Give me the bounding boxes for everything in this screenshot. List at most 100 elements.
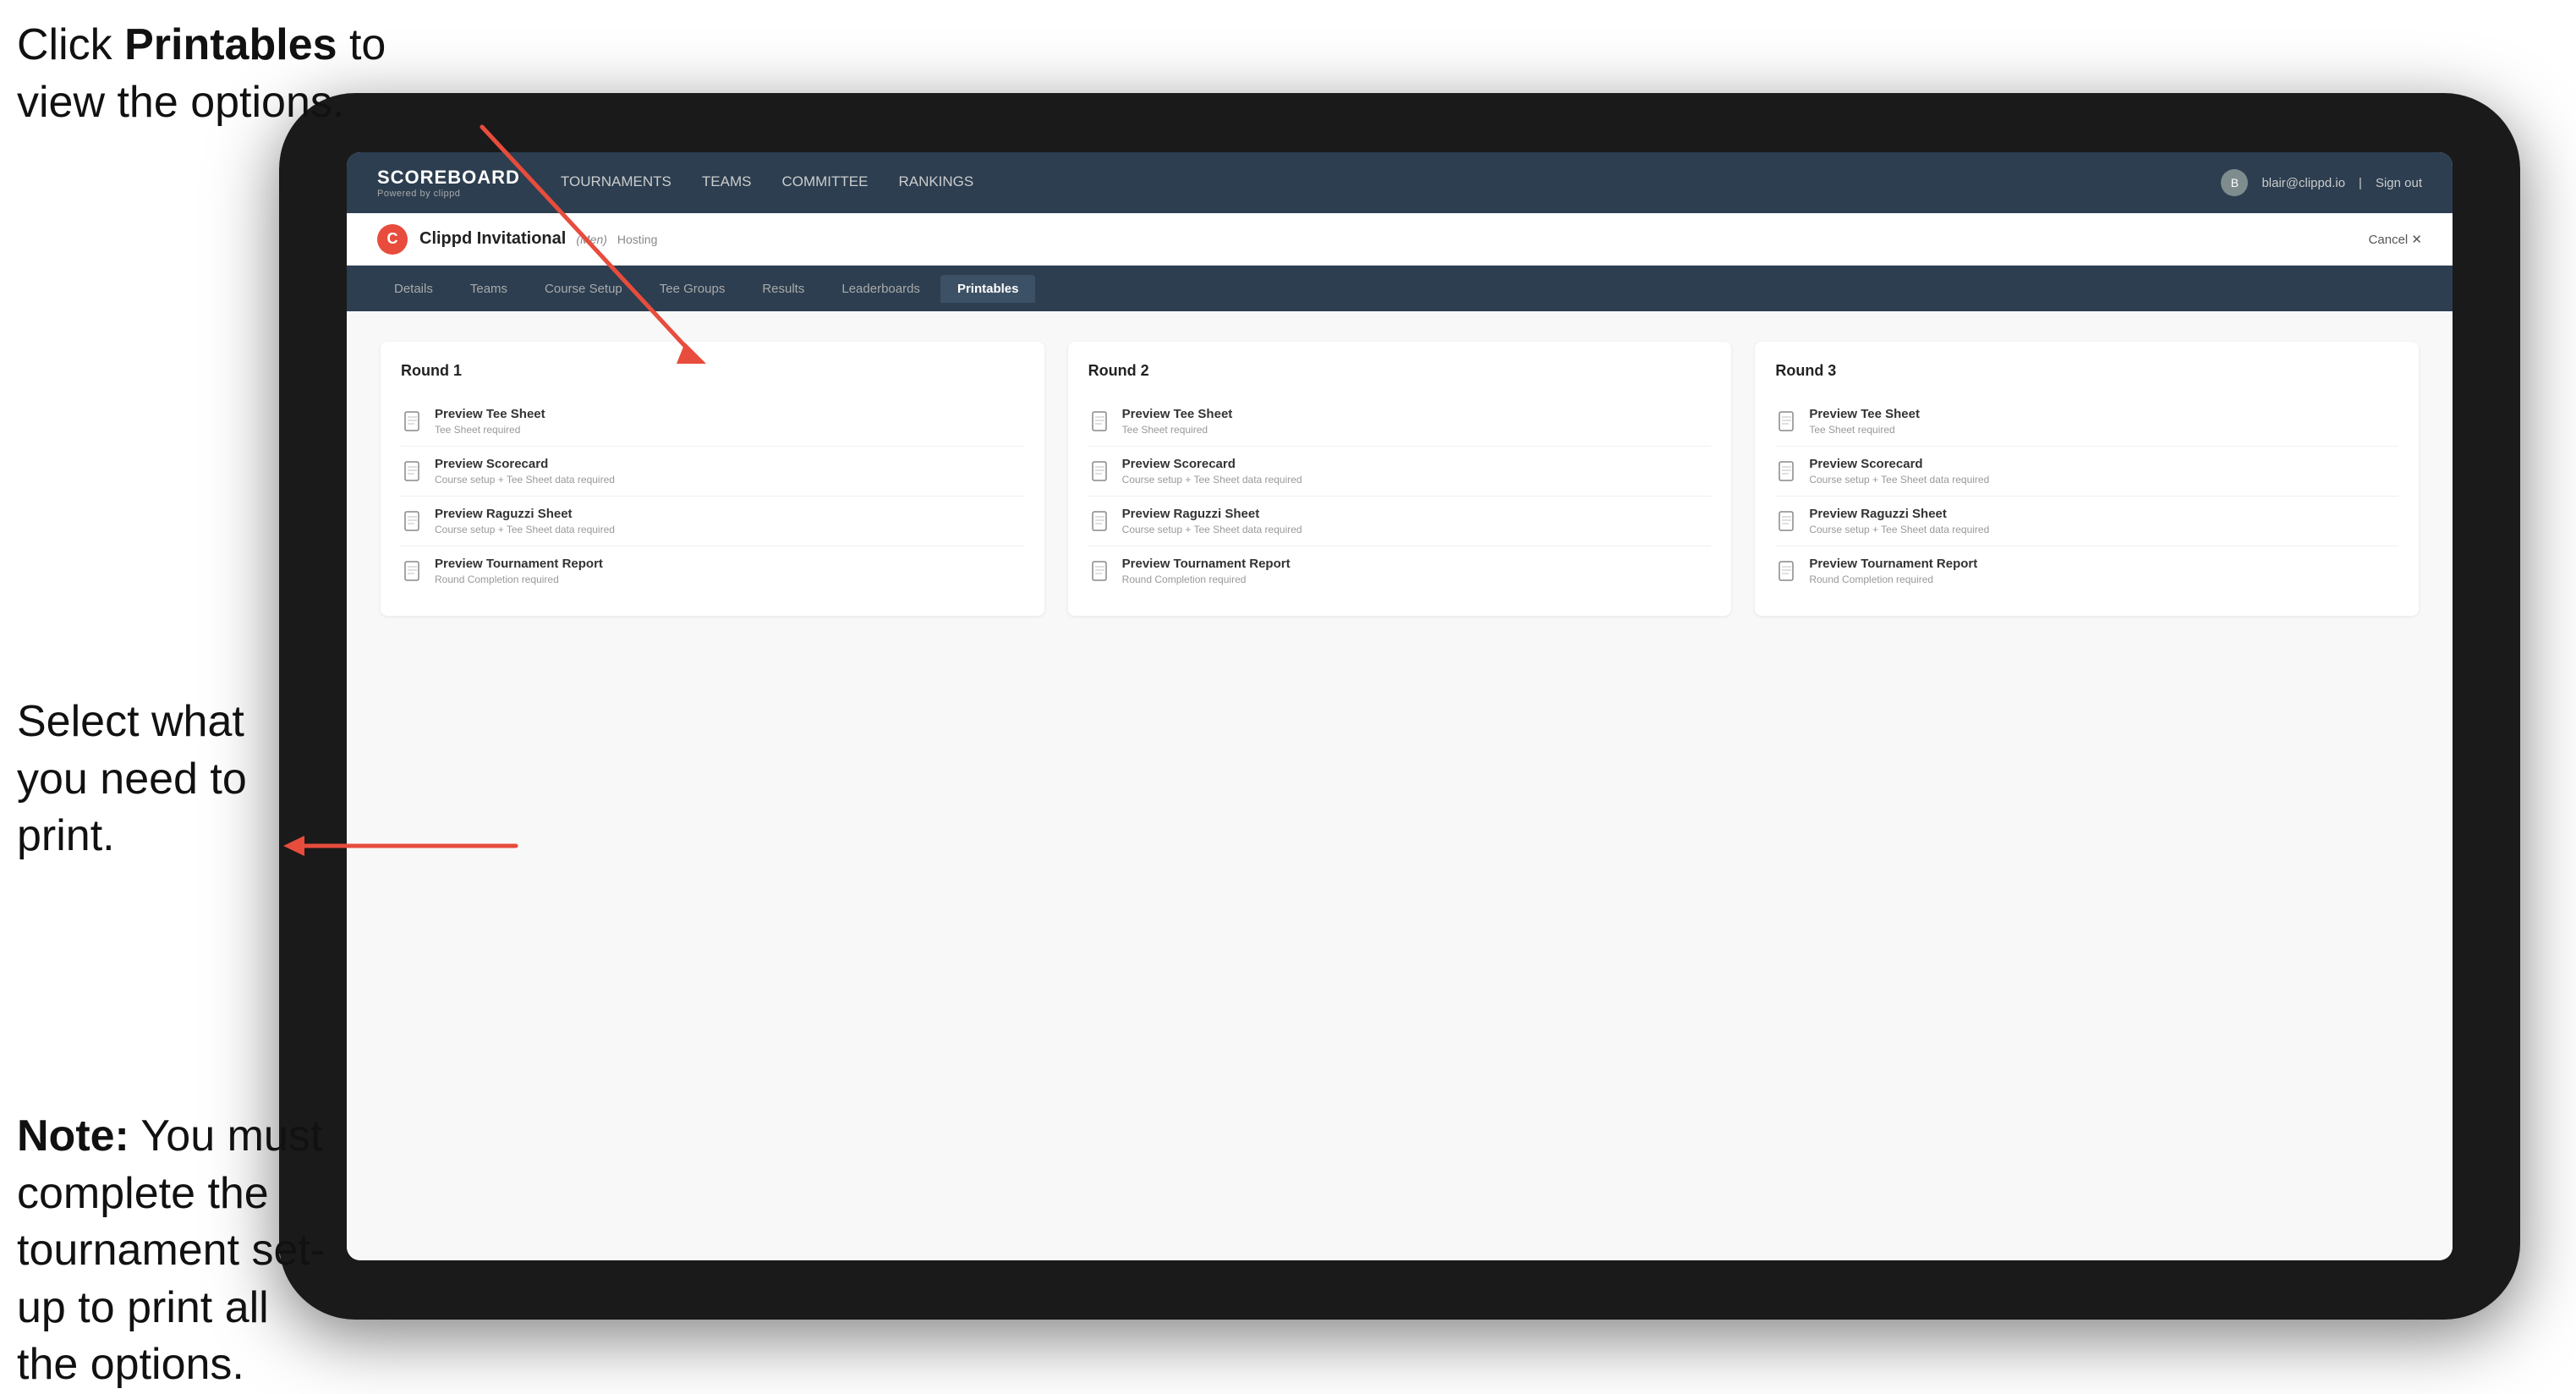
round-3-tee-sheet-text: Preview Tee Sheet Tee Sheet required xyxy=(1809,407,1920,436)
tab-bar: Details Teams Course Setup Tee Groups Re… xyxy=(347,266,2453,311)
round-1-tee-sheet-title: Preview Tee Sheet xyxy=(435,407,545,421)
tab-teams[interactable]: Teams xyxy=(453,275,524,303)
round-2-report-subtitle: Round Completion required xyxy=(1122,574,1291,585)
round-2-raguzzi[interactable]: Preview Raguzzi Sheet Course setup + Tee… xyxy=(1088,497,1712,546)
round-3-tee-sheet[interactable]: Preview Tee Sheet Tee Sheet required xyxy=(1775,397,2398,447)
tab-leaderboards[interactable]: Leaderboards xyxy=(825,275,937,303)
round-3-scorecard-subtitle: Course setup + Tee Sheet data required xyxy=(1809,474,1989,486)
round-3-report-text: Preview Tournament Report Round Completi… xyxy=(1809,557,1977,585)
round-1-scorecard-title: Preview Scorecard xyxy=(435,457,615,471)
round-1-scorecard[interactable]: Preview Scorecard Course setup + Tee She… xyxy=(401,447,1024,497)
round-2-raguzzi-text: Preview Raguzzi Sheet Course setup + Tee… xyxy=(1122,507,1302,535)
tab-results[interactable]: Results xyxy=(745,275,821,303)
user-avatar: B xyxy=(2221,169,2248,196)
raguzzi-icon-r1 xyxy=(401,508,425,535)
round-1-raguzzi-subtitle: Course setup + Tee Sheet data required xyxy=(435,524,615,535)
nav-rankings[interactable]: RANKINGS xyxy=(898,173,973,192)
scorecard-icon-r1 xyxy=(401,458,425,486)
round-3-tee-sheet-title: Preview Tee Sheet xyxy=(1809,407,1920,421)
round-3-report-title: Preview Tournament Report xyxy=(1809,557,1977,571)
round-2-tee-sheet[interactable]: Preview Tee Sheet Tee Sheet required xyxy=(1088,397,1712,447)
round-1-raguzzi[interactable]: Preview Raguzzi Sheet Course setup + Tee… xyxy=(401,497,1024,546)
round-1-tournament-report[interactable]: Preview Tournament Report Round Completi… xyxy=(401,546,1024,595)
tab-printables[interactable]: Printables xyxy=(940,275,1036,303)
tee-sheet-icon-r2 xyxy=(1088,409,1112,436)
scoreboard-title: SCOREBOARD xyxy=(377,167,520,189)
sign-out-link[interactable]: Sign out xyxy=(2376,176,2422,190)
user-email: blair@clippd.io xyxy=(2261,176,2345,190)
tournament-status: Hosting xyxy=(617,233,657,246)
nav-teams[interactable]: TEAMS xyxy=(702,173,752,192)
round-3-title: Round 3 xyxy=(1775,362,2398,380)
round-2-scorecard-text: Preview Scorecard Course setup + Tee She… xyxy=(1122,457,1302,486)
tab-details[interactable]: Details xyxy=(377,275,450,303)
scoreboard-sub: Powered by clippd xyxy=(377,189,520,199)
tournament-name: Clippd Invitational xyxy=(419,229,566,249)
round-1-raguzzi-title: Preview Raguzzi Sheet xyxy=(435,507,615,521)
tab-tee-groups[interactable]: Tee Groups xyxy=(643,275,743,303)
tournament-logo: C xyxy=(377,224,408,255)
round-1-scorecard-text: Preview Scorecard Course setup + Tee She… xyxy=(435,457,615,486)
round-3-raguzzi[interactable]: Preview Raguzzi Sheet Course setup + Tee… xyxy=(1775,497,2398,546)
round-3-report-subtitle: Round Completion required xyxy=(1809,574,1977,585)
round-2-scorecard-title: Preview Scorecard xyxy=(1122,457,1302,471)
round-2-report-text: Preview Tournament Report Round Completi… xyxy=(1122,557,1291,585)
report-icon-r2 xyxy=(1088,558,1112,585)
round-3-raguzzi-subtitle: Course setup + Tee Sheet data required xyxy=(1809,524,1989,535)
round-3-scorecard-title: Preview Scorecard xyxy=(1809,457,1989,471)
annotation-bold-printables: Printables xyxy=(124,20,337,69)
round-1-report-title: Preview Tournament Report xyxy=(435,557,603,571)
tab-course-setup[interactable]: Course Setup xyxy=(528,275,639,303)
scorecard-icon-r3 xyxy=(1775,458,1799,486)
raguzzi-icon-r2 xyxy=(1088,508,1112,535)
round-2-raguzzi-title: Preview Raguzzi Sheet xyxy=(1122,507,1302,521)
nav-separator: | xyxy=(2359,176,2362,190)
round-2-scorecard[interactable]: Preview Scorecard Course setup + Tee She… xyxy=(1088,447,1712,497)
round-1-column: Round 1 Preview Tee Sheet xyxy=(381,342,1044,616)
nav-right: B blair@clippd.io | Sign out xyxy=(2221,169,2422,196)
scoreboard-logo: SCOREBOARD Powered by clippd xyxy=(377,167,520,199)
round-1-report-text: Preview Tournament Report Round Completi… xyxy=(435,557,603,585)
round-2-scorecard-subtitle: Course setup + Tee Sheet data required xyxy=(1122,474,1302,486)
round-2-report-title: Preview Tournament Report xyxy=(1122,557,1291,571)
main-content: Round 1 Preview Tee Sheet xyxy=(347,311,2453,1260)
nav-links: TOURNAMENTS TEAMS COMMITTEE RANKINGS xyxy=(561,173,2222,192)
round-3-tee-sheet-subtitle: Tee Sheet required xyxy=(1809,424,1920,436)
cancel-button[interactable]: Cancel ✕ xyxy=(2369,232,2422,247)
annotation-bottom: Note: You must complete the tournament s… xyxy=(17,1108,330,1394)
rounds-grid: Round 1 Preview Tee Sheet xyxy=(381,342,2419,616)
tournament-header: C Clippd Invitational (Men) Hosting Canc… xyxy=(347,213,2453,266)
round-2-tournament-report[interactable]: Preview Tournament Report Round Completi… xyxy=(1088,546,1712,595)
annotation-top: Click Printables toview the options. xyxy=(17,17,386,131)
round-1-report-subtitle: Round Completion required xyxy=(435,574,603,585)
round-3-raguzzi-text: Preview Raguzzi Sheet Course setup + Tee… xyxy=(1809,507,1989,535)
annotation-note-bold: Note: xyxy=(17,1111,129,1161)
raguzzi-icon-r3 xyxy=(1775,508,1799,535)
tablet-device: SCOREBOARD Powered by clippd TOURNAMENTS… xyxy=(279,93,2520,1320)
round-3-scorecard[interactable]: Preview Scorecard Course setup + Tee She… xyxy=(1775,447,2398,497)
report-icon-r3 xyxy=(1775,558,1799,585)
round-3-column: Round 3 Preview Tee Sheet Tee Sheet requ… xyxy=(1755,342,2419,616)
round-3-tournament-report[interactable]: Preview Tournament Report Round Completi… xyxy=(1775,546,2398,595)
round-1-tee-sheet[interactable]: Preview Tee Sheet Tee Sheet required xyxy=(401,397,1024,447)
round-2-raguzzi-subtitle: Course setup + Tee Sheet data required xyxy=(1122,524,1302,535)
round-2-column: Round 2 Preview Tee Sheet Tee Sheet requ… xyxy=(1068,342,1732,616)
round-2-tee-sheet-text: Preview Tee Sheet Tee Sheet required xyxy=(1122,407,1233,436)
scorecard-icon-r2 xyxy=(1088,458,1112,486)
nav-tournaments[interactable]: TOURNAMENTS xyxy=(561,173,671,192)
top-nav: SCOREBOARD Powered by clippd TOURNAMENTS… xyxy=(347,152,2453,213)
round-1-title: Round 1 xyxy=(401,362,1024,380)
nav-committee[interactable]: COMMITTEE xyxy=(781,173,868,192)
round-3-raguzzi-title: Preview Raguzzi Sheet xyxy=(1809,507,1989,521)
round-1-scorecard-subtitle: Course setup + Tee Sheet data required xyxy=(435,474,615,486)
round-3-scorecard-text: Preview Scorecard Course setup + Tee She… xyxy=(1809,457,1989,486)
round-1-raguzzi-text: Preview Raguzzi Sheet Course setup + Tee… xyxy=(435,507,615,535)
tournament-badge: (Men) xyxy=(576,233,607,246)
report-icon-r1 xyxy=(401,558,425,585)
tablet-screen: SCOREBOARD Powered by clippd TOURNAMENTS… xyxy=(347,152,2453,1260)
annotation-middle: Select what you need to print. xyxy=(17,694,321,865)
round-1-tee-sheet-subtitle: Tee Sheet required xyxy=(435,424,545,436)
tee-sheet-icon-r1 xyxy=(401,409,425,436)
round-1-tee-sheet-text: Preview Tee Sheet Tee Sheet required xyxy=(435,407,545,436)
round-2-title: Round 2 xyxy=(1088,362,1712,380)
